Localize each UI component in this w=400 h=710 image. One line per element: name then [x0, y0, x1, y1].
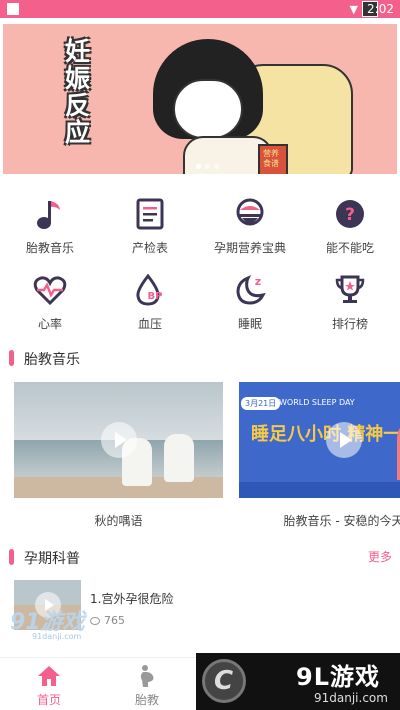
music-carousel[interactable]: 秋的喁语 3月21日 WORLD SLEEP DAY 睡足八小时 精神一整天 胎… [14, 382, 400, 529]
tab-label: 胎教 [134, 693, 159, 707]
grid-item-checkup[interactable]: 产检表 [100, 197, 200, 256]
quick-access-grid: 胎教音乐 产检表 孕期营养宝典 ? 能不能吃 心率 BP 血压 z 睡眠 排行榜 [0, 197, 400, 332]
music-card[interactable]: 秋的喁语 [14, 382, 223, 529]
grid-item-nutrition[interactable]: 孕期营养宝典 [200, 197, 300, 256]
grid-item-label: 心率 [37, 317, 62, 331]
grid-item-label: 孕期营养宝典 [213, 241, 286, 255]
banner-book-text: 营养食谱 [263, 149, 279, 168]
banner-pager-dots [196, 164, 219, 169]
promo-banner[interactable]: 营养食谱 妊娠反应 [3, 24, 397, 174]
tab-home[interactable]: 首页 [14, 664, 84, 708]
document-icon [133, 197, 167, 231]
tab-label: 首页 [36, 693, 61, 707]
view-count: 765 [104, 614, 125, 627]
music-section-header: 胎教音乐 [0, 348, 400, 368]
section-accent-bar [9, 350, 14, 366]
grid-item-label: 血压 [137, 317, 162, 331]
grid-item-sleep[interactable]: z 睡眠 [200, 273, 300, 332]
eye-icon [90, 616, 100, 625]
pager-dot [196, 164, 201, 169]
section-title: 孕期科普 [24, 551, 80, 567]
play-icon[interactable] [325, 422, 362, 458]
thumbnail-date: 3月21日 [241, 397, 281, 410]
watermark-badge: C 9L游戏 91danji.com [196, 653, 400, 710]
play-icon[interactable] [100, 422, 137, 458]
yoga-person [164, 434, 194, 482]
notification-icon [7, 3, 19, 15]
grid-item-label: 排行榜 [331, 317, 368, 331]
grid-item-ranking[interactable]: 排行榜 [300, 273, 400, 332]
banner-title: 妊娠反应 [65, 37, 91, 147]
thumbnail-footer-band [239, 482, 400, 498]
tab-prenatal[interactable]: 胎教 [112, 664, 182, 708]
banner-book-illustration: 营养食谱 [258, 144, 288, 174]
moon-sleep-icon: z [233, 273, 267, 307]
music-card[interactable]: 3月21日 WORLD SLEEP DAY 睡足八小时 精神一整天 胎教音乐 -… [239, 382, 400, 529]
pregnancy-icon [140, 665, 154, 687]
svg-text:?: ? [345, 205, 355, 225]
status-time: 2:02 [367, 2, 394, 16]
music-card-caption: 秋的喁语 [94, 514, 143, 528]
article-title: 1.宫外孕很危险 [90, 592, 174, 606]
watermark-logo: 91游戏 91danji.com [10, 610, 85, 641]
grid-item-music[interactable]: 胎教音乐 [0, 197, 100, 256]
question-icon: ? [333, 197, 367, 231]
music-card-caption: 胎教音乐 - 安稳的今天 [283, 514, 400, 528]
blood-pressure-icon: BP [133, 273, 167, 307]
svg-text:z: z [255, 275, 261, 288]
section-title: 胎教音乐 [24, 352, 80, 368]
music-card-thumbnail [14, 382, 223, 498]
status-bar: ▼ 2:02 [0, 0, 400, 18]
rice-bowl-icon [233, 197, 267, 231]
watermark-brand: 9L游戏 [296, 663, 380, 691]
more-link[interactable]: 更多 [368, 548, 392, 565]
section-accent-bar [9, 549, 14, 565]
grid-item-blood-pressure[interactable]: BP 血压 [100, 273, 200, 332]
grid-item-label: 睡眠 [237, 317, 262, 331]
music-note-icon [33, 197, 67, 231]
music-card-thumbnail: 3月21日 WORLD SLEEP DAY 睡足八小时 精神一整天 [239, 382, 400, 498]
home-icon [38, 666, 60, 686]
pager-dot [205, 164, 210, 169]
grid-item-label: 能不能吃 [325, 241, 374, 255]
watermark-url: 91danji.com [314, 691, 388, 705]
pager-dot [214, 164, 219, 169]
trophy-icon [333, 273, 367, 307]
grid-item-heart-rate[interactable]: 心率 [0, 273, 100, 332]
watermark-circle-logo: C [202, 659, 246, 703]
grid-item-can-eat[interactable]: ? 能不能吃 [300, 197, 400, 256]
svg-text:BP: BP [148, 291, 163, 302]
grid-item-label: 产检表 [131, 241, 168, 255]
banner-girl-face [173, 79, 243, 139]
wifi-icon: ▼ [349, 3, 358, 16]
watermark-url-small: 91danji.com [32, 632, 82, 641]
science-section-header: 孕期科普 更多 [0, 547, 400, 567]
thumbnail-tag: WORLD SLEEP DAY [279, 398, 355, 407]
heartbeat-icon [33, 273, 67, 307]
article-views: 765 [90, 614, 125, 627]
grid-item-label: 胎教音乐 [25, 241, 74, 255]
